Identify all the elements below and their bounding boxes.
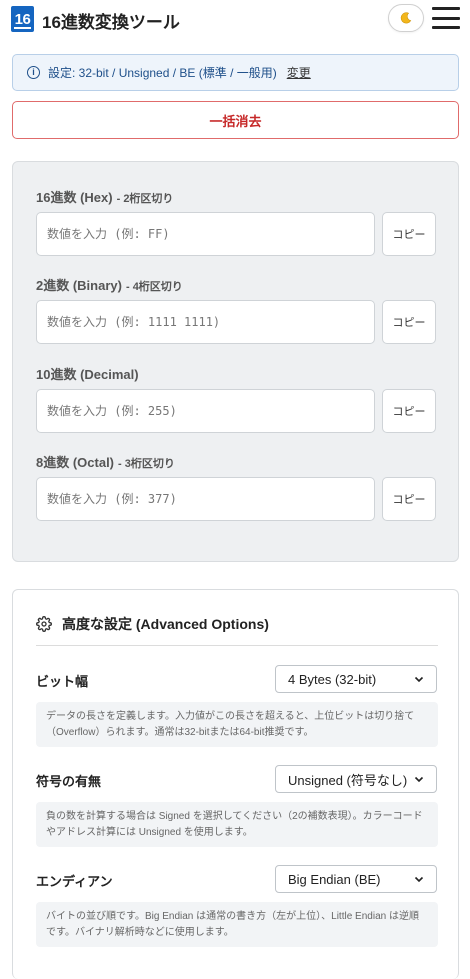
endianness-label: エンディアン [36,874,113,889]
change-settings-link[interactable]: 変更 [287,64,311,81]
hex-hint: - 2桁区切り [116,193,174,205]
clear-all-button[interactable]: 一括消去 [12,101,459,139]
advanced-options-panel: 高度な設定 (Advanced Options) ビット幅 4 Bytes (3… [12,589,459,979]
hamburger-icon [432,7,460,10]
theme-toggle-button[interactable] [388,4,424,32]
app-title: 16進数変換ツール [42,13,180,32]
hex-copy-button[interactable]: コピー [382,212,436,256]
advanced-options-title: 高度な設定 (Advanced Options) [62,616,269,632]
settings-info-bar: i 設定: 32-bit / Unsigned / BE (標準 / 一般用) … [12,54,459,91]
signedness-description: 負の数を計算する場合は Signed を選択してください（2の補数表現）。カラー… [36,802,438,847]
decimal-label: 10進数 (Decimal) [36,367,139,382]
settings-summary: 設定: 32-bit / Unsigned / BE (標準 / 一般用) [48,66,277,80]
chevron-down-icon [414,876,424,883]
octal-hint: - 3桁区切り [118,458,175,470]
signedness-label: 符号の有無 [36,774,102,789]
app-header: 16 16進数変換ツール [0,0,470,38]
info-icon: i [27,66,40,79]
advanced-options-header[interactable]: 高度な設定 (Advanced Options) [36,614,438,646]
binary-label: 2進数 (Binary) - 4桁区切り [36,278,183,293]
moon-icon [400,12,412,24]
decimal-input[interactable] [36,389,375,433]
chevron-down-icon [414,676,424,683]
endianness-select[interactable]: Big Endian (BE) [275,865,437,893]
binary-copy-button[interactable]: コピー [382,300,436,344]
hex-input[interactable] [36,212,375,256]
octal-label: 8進数 (Octal) - 3桁区切り [36,455,175,470]
bit-width-label: ビット幅 [36,674,89,689]
gear-icon [36,616,52,632]
converter-panel: 16進数 (Hex)- 2桁区切り コピー 2進数 (Binary)- 4桁区切… [12,161,459,562]
endianness-description: バイトの並び順です。Big Endian は通常の書き方（左が上位）、Littl… [36,902,438,947]
bit-width-description: データの長さを定義します。入力値がこの長さを超えると、上位ビットは切り捨て（Ov… [36,702,438,747]
octal-copy-button[interactable]: コピー [382,477,436,521]
bit-width-select[interactable]: 4 Bytes (32-bit) [275,665,437,693]
binary-input[interactable] [36,300,375,344]
menu-button[interactable] [432,7,460,29]
decimal-copy-button[interactable]: コピー [382,389,436,433]
binary-hint: - 4桁区切り [125,281,183,293]
signedness-select[interactable]: Unsigned (符号なし) [275,765,437,793]
octal-input[interactable] [36,477,375,521]
hex-label: 16進数 (Hex) - 2桁区切り [36,190,174,205]
chevron-down-icon [414,776,424,783]
app-logo: 16 [11,6,34,32]
